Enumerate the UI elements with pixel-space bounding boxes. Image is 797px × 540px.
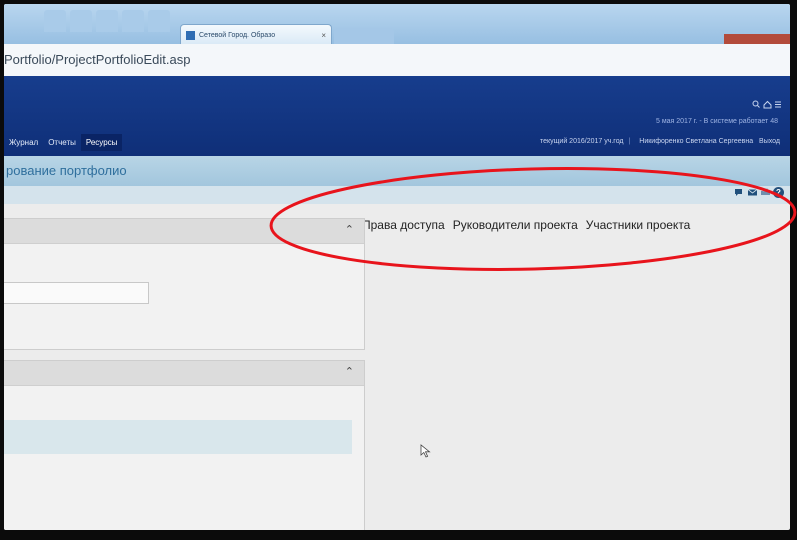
tab-close-icon[interactable]: × <box>321 31 326 40</box>
panel-header[interactable]: ⌃ <box>4 361 364 386</box>
browser-toolbar-icons[interactable] <box>752 100 782 111</box>
search-home-star-icon[interactable] <box>752 100 782 109</box>
separator: | <box>628 138 631 145</box>
access-rights-link[interactable]: Права доступа <box>362 218 445 232</box>
text-input[interactable] <box>4 282 149 304</box>
favicon-icon <box>186 30 195 40</box>
nav-item-resources[interactable]: Ресурсы <box>80 134 123 151</box>
browser-tab-strip: Сетевой Город. Образо × <box>4 4 790 45</box>
browser-tab-active[interactable]: Сетевой Город. Образо × <box>180 24 332 45</box>
url-text: Portfolio/ProjectPortfolioEdit.asp <box>4 52 191 67</box>
new-tab-button[interactable] <box>334 28 394 44</box>
chevron-up-icon[interactable]: ⌃ <box>345 365 354 378</box>
project-links: Права доступа Руководители проекта Участ… <box>349 218 698 232</box>
date-status: 5 мая 2017 г. - В системе работает 48 <box>655 118 778 125</box>
user-name[interactable]: Никифоренко Светлана Сергеевна <box>639 138 753 145</box>
arrow-cursor-icon <box>420 444 431 458</box>
help-icon[interactable]: ? <box>773 187 784 198</box>
print-icon[interactable] <box>760 187 771 198</box>
pinned-tab[interactable] <box>44 10 66 32</box>
tab-title: Сетевой Город. Образо <box>199 31 276 39</box>
monitor-screen: Сетевой Город. Образо × Portfolio/Projec… <box>4 4 790 530</box>
page-title-bar: рование портфолио <box>4 156 790 186</box>
nav-item-reports[interactable]: Отчеты <box>43 134 81 151</box>
toolbar-icons: ? <box>734 187 784 198</box>
pinned-tab[interactable] <box>70 10 92 32</box>
pinned-tab[interactable] <box>122 10 144 32</box>
status-line: текущий 2016/2017 уч.год | Никифоренко С… <box>540 138 780 145</box>
nav-item-journal[interactable]: Журнал <box>4 134 43 151</box>
address-bar[interactable]: Portfolio/ProjectPortfolioEdit.asp <box>4 44 790 77</box>
pinned-tab[interactable] <box>96 10 118 32</box>
logout-link[interactable]: Выход <box>759 138 780 145</box>
project-members-link[interactable]: Участники проекта <box>586 218 691 232</box>
school-year-select[interactable]: текущий 2016/2017 уч.год <box>540 138 624 145</box>
pinned-tab[interactable] <box>148 10 170 32</box>
main-nav: Журнал Отчеты Ресурсы <box>4 134 123 151</box>
chevron-up-icon[interactable]: ⌃ <box>345 223 354 236</box>
selected-row[interactable] <box>4 420 352 454</box>
panel-header[interactable]: ⌃ <box>4 219 364 244</box>
site-header: 5 мая 2017 г. - В системе работает 48 те… <box>4 76 790 156</box>
chat-icon[interactable] <box>734 187 745 198</box>
mail-icon[interactable] <box>747 187 758 198</box>
project-leaders-link[interactable]: Руководители проекта <box>453 218 578 232</box>
page-title: рование портфолио <box>6 163 127 178</box>
page-toolbar: ? <box>4 186 790 204</box>
